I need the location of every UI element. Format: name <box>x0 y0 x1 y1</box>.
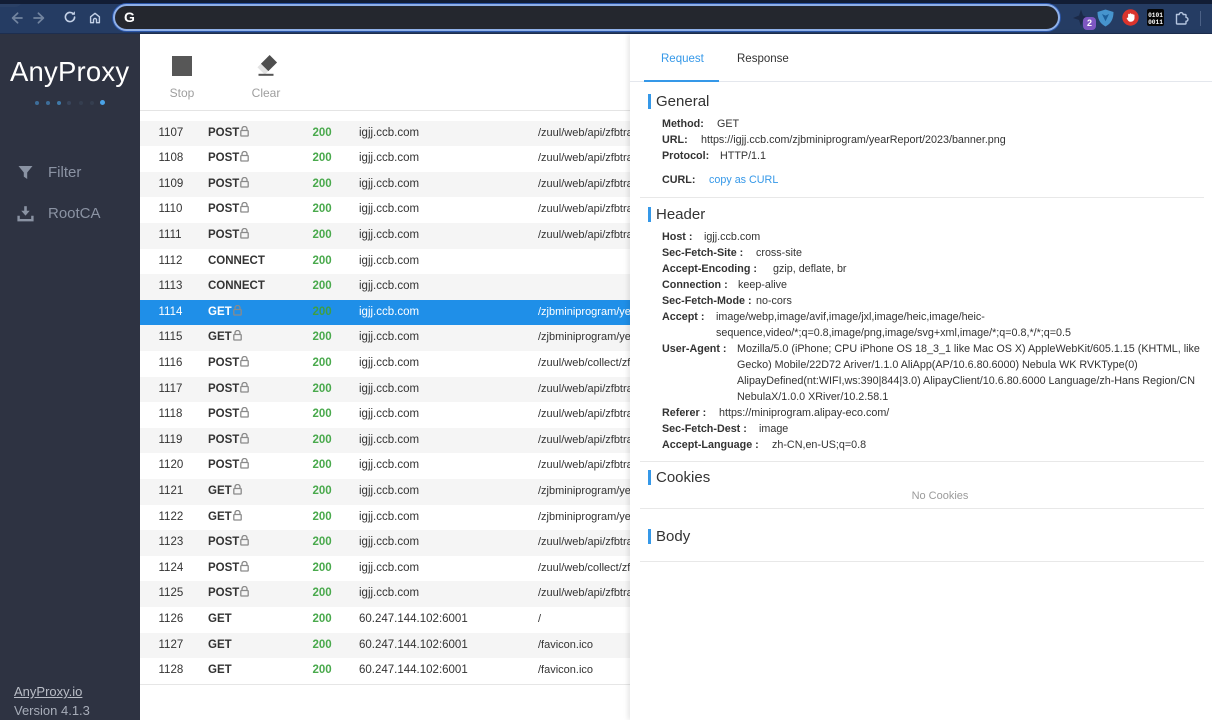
svg-text:0011: 0011 <box>1148 19 1163 26</box>
